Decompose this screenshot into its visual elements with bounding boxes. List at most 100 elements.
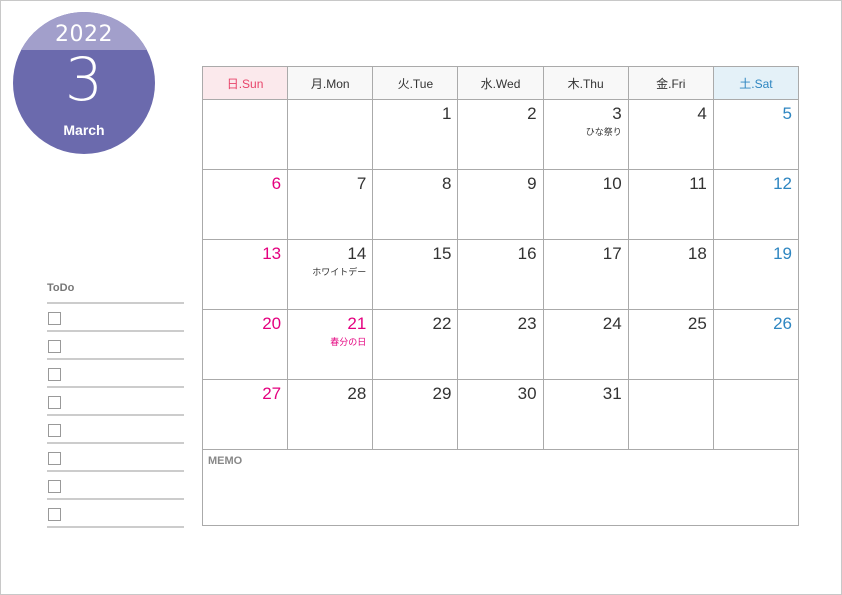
checkbox-icon[interactable]	[48, 424, 61, 437]
day-cell[interactable]: 15	[372, 239, 459, 310]
month-name: March	[63, 122, 105, 138]
todo-title: ToDo	[47, 282, 184, 304]
checkbox-icon[interactable]	[48, 312, 61, 325]
memo-label: MEMO	[208, 455, 243, 467]
todo-item	[47, 304, 184, 332]
day-number: 9	[527, 174, 537, 193]
weekday-header: 水.Wed	[457, 66, 544, 100]
day-cell[interactable]	[201, 99, 289, 170]
day-cell[interactable]	[287, 99, 374, 170]
day-number: 18	[687, 244, 707, 263]
day-number: 14	[347, 244, 367, 263]
day-cell[interactable]	[712, 379, 800, 450]
weekday-header: 木.Thu	[542, 66, 629, 100]
day-cell[interactable]: 8	[372, 169, 459, 240]
day-number: 5	[782, 104, 792, 123]
day-cell[interactable]: 1	[372, 99, 459, 170]
day-number: 16	[517, 244, 537, 263]
day-cell[interactable]: 4	[627, 99, 714, 170]
day-number: 20	[262, 314, 282, 333]
year-label: 2022	[55, 22, 113, 47]
day-number: 30	[517, 384, 537, 403]
day-number: 13	[262, 244, 282, 263]
day-cell[interactable]: 3 ひな祭り	[542, 99, 629, 170]
day-cell[interactable]: 24	[542, 309, 629, 380]
weekday-header: 火.Tue	[372, 66, 459, 100]
month-number: 3	[64, 45, 104, 115]
checkbox-icon[interactable]	[48, 340, 61, 353]
day-cell[interactable]: 26	[712, 309, 800, 380]
day-number: 1	[441, 104, 452, 123]
weekday-header: 日.Sun	[201, 66, 289, 100]
day-cell[interactable]: 31	[542, 379, 629, 450]
day-cell[interactable]: 27	[201, 379, 289, 450]
day-cell[interactable]: 7	[287, 169, 374, 240]
todo-item	[47, 472, 184, 500]
checkbox-icon[interactable]	[48, 396, 61, 409]
day-cell[interactable]: 18	[627, 239, 714, 310]
day-number: 29	[432, 384, 452, 403]
week-row: 13 14 ホワイトデー 15 16 17 18 19	[201, 239, 800, 310]
checkbox-icon[interactable]	[48, 452, 61, 465]
checkbox-icon[interactable]	[48, 368, 61, 381]
day-cell[interactable]: 28	[287, 379, 374, 450]
todo-list: ToDo	[47, 282, 184, 528]
day-number: 4	[697, 104, 707, 123]
week-row: 1 2 3 ひな祭り 4 5	[201, 99, 800, 170]
calendar-grid: 日.Sun 月.Mon 火.Tue 水.Wed 木.Thu 金.Fri 土.Sat 123ひ…	[201, 66, 800, 526]
day-number: 25	[687, 314, 707, 333]
day-number: 21	[347, 314, 367, 333]
week-row: 6 7 8 9 10 11 12	[201, 169, 800, 240]
day-cell[interactable]: 5	[712, 99, 800, 170]
day-number: 12	[773, 174, 792, 193]
day-number: 22	[432, 314, 452, 333]
day-cell[interactable]: 16	[457, 239, 544, 310]
event-label: ホワイトデー	[312, 268, 367, 278]
week-row: 20 21 春分の日 22 23 24 25 26	[201, 309, 800, 380]
day-cell[interactable]: 29	[372, 379, 459, 450]
day-cell[interactable]: 6	[201, 169, 289, 240]
weekday-header: 金.Fri	[627, 66, 714, 100]
day-number: 17	[602, 244, 622, 263]
day-cell[interactable]: 9	[457, 169, 544, 240]
day-number: 6	[271, 174, 282, 193]
day-cell[interactable]: 14 ホワイトデー	[287, 239, 374, 310]
week-row: 27 28 29 30 31	[201, 379, 800, 450]
checkbox-icon[interactable]	[48, 508, 61, 521]
todo-item	[47, 444, 184, 472]
day-number: 10	[602, 174, 622, 193]
day-cell[interactable]: 17	[542, 239, 629, 310]
day-number: 28	[347, 384, 367, 403]
day-number: 11	[689, 174, 707, 193]
day-number: 8	[441, 174, 452, 193]
day-cell[interactable]: 13	[201, 239, 289, 310]
day-cell[interactable]: 12	[712, 169, 800, 240]
day-number: 3	[612, 104, 622, 123]
day-number: 19	[773, 244, 792, 263]
todo-item	[47, 332, 184, 360]
day-number: 23	[517, 314, 537, 333]
day-cell[interactable]: 21 春分の日	[287, 309, 374, 380]
todo-item	[47, 416, 184, 444]
day-number: 2	[527, 104, 537, 123]
day-number: 7	[356, 174, 367, 193]
day-cell[interactable]: 19	[712, 239, 800, 310]
day-cell[interactable]: 22	[372, 309, 459, 380]
memo-area[interactable]: MEMO	[202, 449, 799, 526]
day-cell[interactable]: 25	[627, 309, 714, 380]
day-cell[interactable]: 2	[457, 99, 544, 170]
todo-item	[47, 360, 184, 388]
day-cell[interactable]: 30	[457, 379, 544, 450]
checkbox-icon[interactable]	[48, 480, 61, 493]
event-label: ひな祭り	[585, 128, 622, 138]
month-badge: 2022 3 March	[13, 12, 155, 154]
day-cell[interactable]: 20	[201, 309, 289, 380]
day-cell[interactable]: 11	[627, 169, 714, 240]
weekday-header: 土.Sat	[712, 66, 800, 100]
day-number: 27	[262, 384, 282, 403]
day-cell[interactable]: 23	[457, 309, 544, 380]
day-cell[interactable]: 10	[542, 169, 629, 240]
day-number: 24	[602, 314, 622, 333]
day-cell[interactable]	[627, 379, 714, 450]
day-number: 31	[602, 384, 622, 403]
